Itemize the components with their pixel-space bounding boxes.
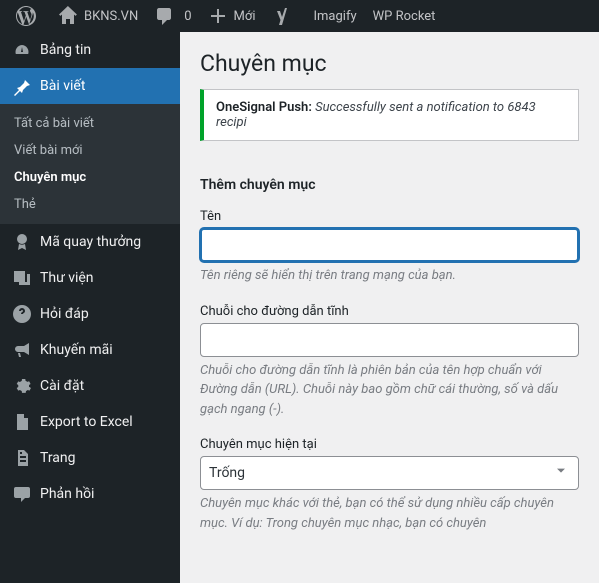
menu-settings[interactable]: Cài đặt <box>0 368 180 404</box>
wp-logo[interactable] <box>8 0 50 32</box>
comment-count: 0 <box>184 9 191 24</box>
dashboard-icon <box>12 40 32 60</box>
slug-input[interactable] <box>200 323 579 357</box>
parent-select[interactable] <box>200 456 579 490</box>
menu-faq-label: Hỏi đáp <box>40 306 89 322</box>
menu-promo[interactable]: Khuyến mãi <box>0 332 180 368</box>
main-content: Chuyên mục OneSignal Push: Successfully … <box>180 32 599 583</box>
site-name: BKNS.VN <box>84 9 138 24</box>
submenu-all-posts[interactable]: Tất cả bài viết <box>0 110 180 137</box>
megaphone-icon <box>12 340 32 360</box>
slug-desc: Chuỗi cho đường dẫn tĩnh là phiên bản củ… <box>200 361 579 420</box>
menu-export-label: Export to Excel <box>40 414 133 430</box>
yoast-link[interactable] <box>264 0 306 32</box>
menu-media[interactable]: Thư viện <box>0 260 180 296</box>
field-name: Tên Tên riêng sẽ hiển thị trên trang mạn… <box>200 209 579 286</box>
name-label: Tên <box>200 209 579 224</box>
file-icon <box>12 412 32 432</box>
parent-label: Chuyên mục hiện tại <box>200 437 579 452</box>
award-icon <box>12 232 32 252</box>
field-slug: Chuỗi cho đường dẫn tĩnh Chuỗi cho đường… <box>200 304 579 420</box>
comment-icon <box>154 6 174 26</box>
comments-link[interactable]: 0 <box>146 0 199 32</box>
wordpress-icon <box>16 6 36 26</box>
page-title: Chuyên mục <box>200 32 579 89</box>
admin-sidebar: Bảng tin Bài viết Tất cả bài viết Viết b… <box>0 32 180 583</box>
menu-comments[interactable]: Phản hồi <box>0 476 180 512</box>
new-label: Mới <box>234 9 256 24</box>
menu-comments-label: Phản hồi <box>40 486 94 502</box>
yoast-icon <box>272 6 292 26</box>
pages-icon <box>12 448 32 468</box>
menu-settings-label: Cài đặt <box>40 378 84 394</box>
submenu-categories[interactable]: Chuyên mục <box>0 164 180 191</box>
admin-bar: BKNS.VN 0 Mới Imagify WP Rocket <box>0 0 599 32</box>
menu-dashboard-label: Bảng tin <box>40 42 91 58</box>
media-icon <box>12 268 32 288</box>
menu-lucky[interactable]: Mã quay thưởng <box>0 224 180 260</box>
menu-pages-label: Trang <box>40 450 76 466</box>
wprocket-label: WP Rocket <box>373 9 436 24</box>
name-input[interactable] <box>200 228 579 262</box>
gear-icon <box>12 376 32 396</box>
submenu-tags[interactable]: Thẻ <box>0 191 180 218</box>
plus-icon <box>208 6 228 26</box>
submenu-new-post[interactable]: Viết bài mới <box>0 137 180 164</box>
name-desc: Tên riêng sẽ hiển thị trên trang mạng củ… <box>200 266 579 286</box>
add-category-heading: Thêm chuyên mục <box>200 177 579 193</box>
imagify-label: Imagify <box>314 9 357 24</box>
chat-icon <box>12 484 32 504</box>
menu-posts[interactable]: Bài viết <box>0 68 180 104</box>
menu-promo-label: Khuyến mãi <box>40 342 113 358</box>
menu-export[interactable]: Export to Excel <box>0 404 180 440</box>
notice-prefix: OneSignal Push: <box>216 100 312 115</box>
menu-faq[interactable]: Hỏi đáp <box>0 296 180 332</box>
imagify-link[interactable]: Imagify <box>306 0 365 32</box>
menu-posts-label: Bài viết <box>40 78 85 94</box>
parent-desc: Chuyên mục khác với thẻ, bạn có thể sử d… <box>200 494 579 533</box>
help-icon <box>12 304 32 324</box>
field-parent: Chuyên mục hiện tại Chuyên mục khác với … <box>200 437 579 533</box>
menu-pages[interactable]: Trang <box>0 440 180 476</box>
onesignal-notice: OneSignal Push: Successfully sent a noti… <box>200 89 579 141</box>
site-home[interactable]: BKNS.VN <box>50 0 146 32</box>
menu-dashboard[interactable]: Bảng tin <box>0 32 180 68</box>
new-content[interactable]: Mới <box>200 0 264 32</box>
menu-media-label: Thư viện <box>40 270 94 286</box>
pin-icon <box>12 76 32 96</box>
wprocket-link[interactable]: WP Rocket <box>365 0 444 32</box>
slug-label: Chuỗi cho đường dẫn tĩnh <box>200 304 579 319</box>
posts-submenu: Tất cả bài viết Viết bài mới Chuyên mục … <box>0 104 180 224</box>
home-icon <box>58 6 78 26</box>
menu-lucky-label: Mã quay thưởng <box>40 234 141 250</box>
